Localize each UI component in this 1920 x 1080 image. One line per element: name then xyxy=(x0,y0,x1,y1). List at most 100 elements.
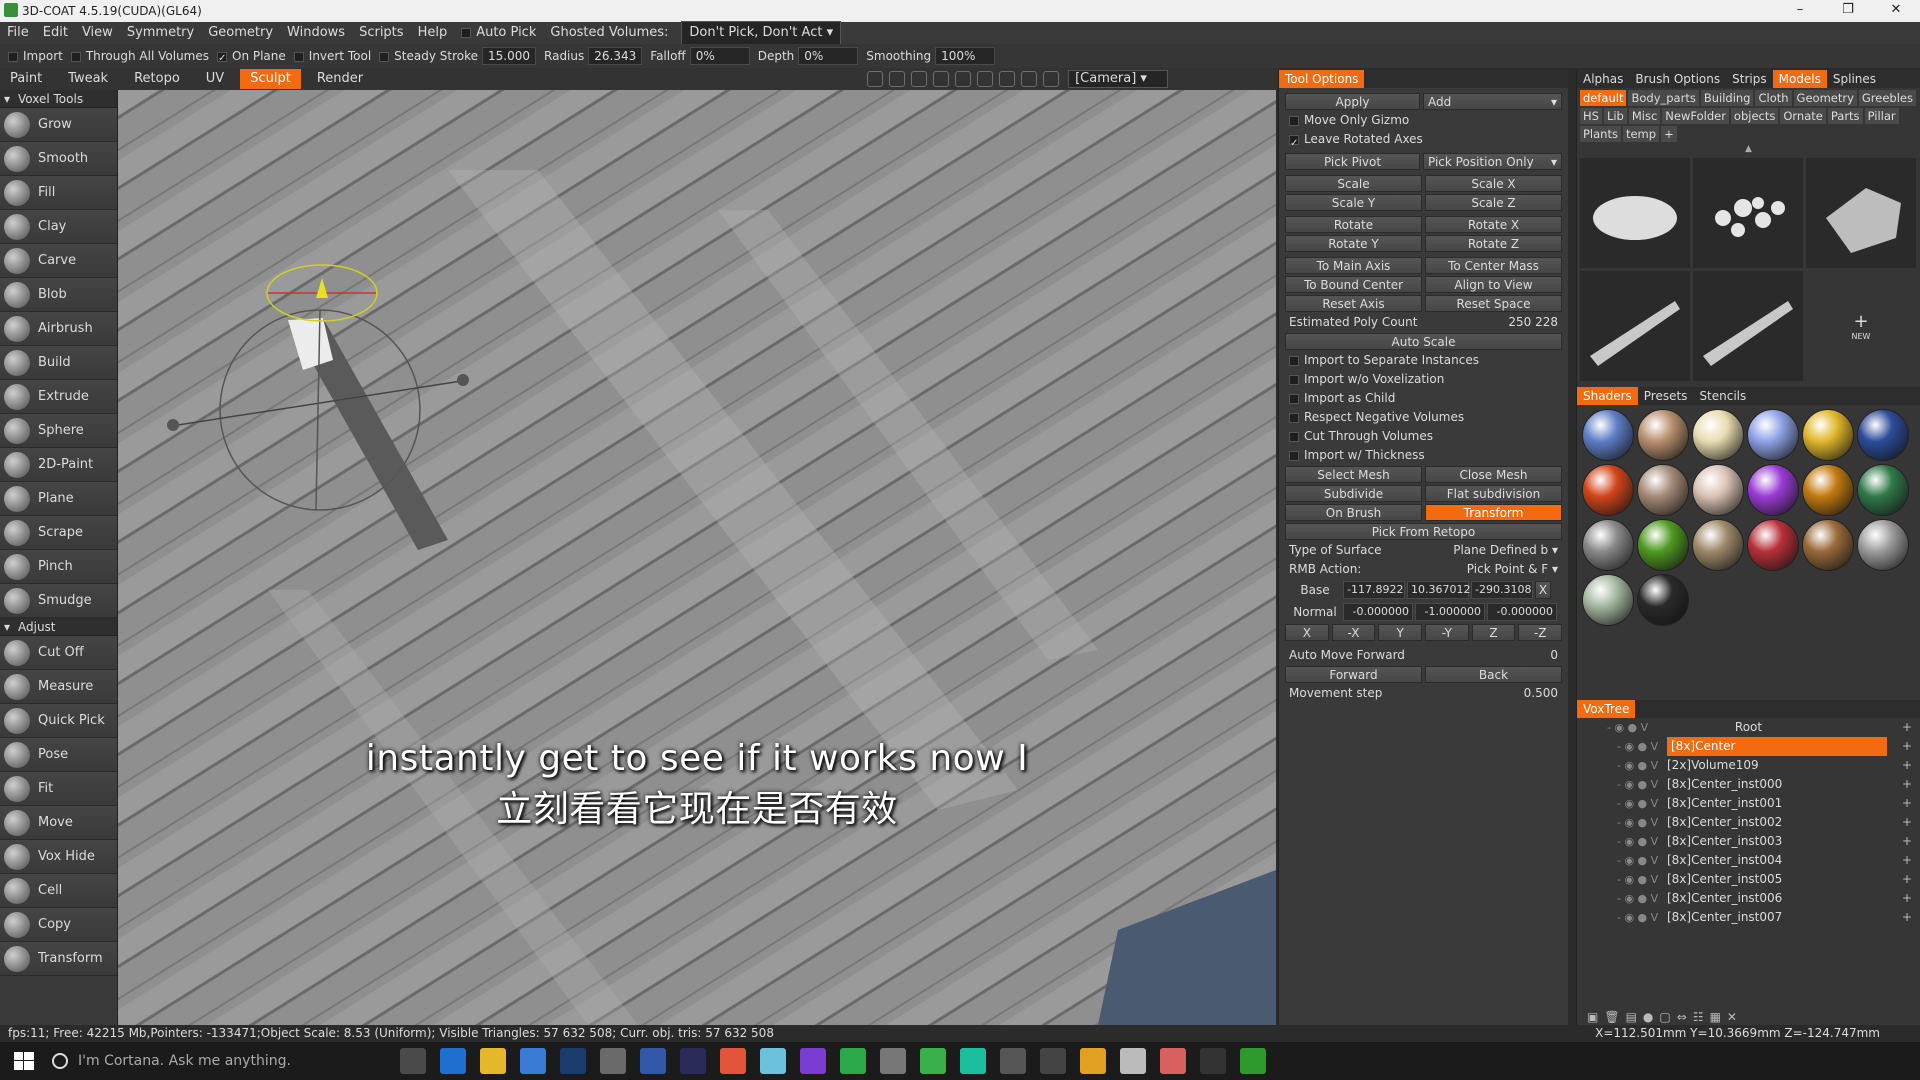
voxtree-item[interactable]: - ◉ ● V [8x]Center_inst005 + xyxy=(1577,870,1920,889)
cut-through-checkbox[interactable] xyxy=(1289,431,1299,442)
type-surface-dropdown[interactable]: Plane Defined b ▾ xyxy=(1453,541,1558,560)
close-icon[interactable]: ✕ xyxy=(1727,1010,1743,1024)
tab-splines[interactable]: Splines xyxy=(1827,70,1882,88)
transform-button[interactable]: Transform xyxy=(1425,504,1562,521)
model-plank-2[interactable] xyxy=(1693,271,1803,381)
add-volume-icon[interactable]: + xyxy=(1902,889,1912,908)
tab-brush-options[interactable]: Brush Options xyxy=(1629,70,1726,88)
move-only-gizmo-checkbox[interactable] xyxy=(1289,115,1299,126)
taskbar-app-icon[interactable] xyxy=(1160,1048,1186,1074)
screenshot-icon[interactable] xyxy=(1043,71,1060,87)
subdivide-button[interactable]: Subdivide xyxy=(1285,485,1422,502)
normal-z-field[interactable]: -0.000000 xyxy=(1487,603,1557,621)
shader-swatch[interactable] xyxy=(1747,464,1799,516)
depth-value[interactable]: 0% xyxy=(798,47,859,65)
tool-cell[interactable]: Cell xyxy=(0,874,117,908)
swap-icon[interactable]: ⇔ xyxy=(1677,1010,1693,1024)
voxtree-item[interactable]: - ◉ ● V [2x]Volume109 + xyxy=(1577,756,1920,775)
tab-presets[interactable]: Presets xyxy=(1638,387,1694,405)
options-icon[interactable]: ☷ xyxy=(1693,1010,1710,1024)
base-y-field[interactable]: 10.367012 xyxy=(1407,581,1471,599)
to-center-mass-button[interactable]: To Center Mass xyxy=(1425,257,1562,274)
folder-objects[interactable]: objects xyxy=(1730,108,1779,124)
room-uv[interactable]: UV xyxy=(196,69,234,89)
model-plank-1[interactable] xyxy=(1580,271,1690,381)
folder-icon[interactable]: ▦ xyxy=(1710,1010,1727,1024)
folder-parts[interactable]: Parts xyxy=(1827,108,1863,124)
auto-move-row[interactable]: Auto Move Forward 0 xyxy=(1279,646,1568,665)
shader-swatch[interactable] xyxy=(1857,464,1909,516)
shader-swatch[interactable] xyxy=(1802,464,1854,516)
tool-smooth[interactable]: Smooth xyxy=(0,142,117,176)
auto-scale-button[interactable]: Auto Scale xyxy=(1285,333,1562,350)
pick-from-retopo-button[interactable]: Pick From Retopo xyxy=(1285,523,1562,540)
folder-lib[interactable]: Lib xyxy=(1603,108,1627,124)
menu-view[interactable]: View xyxy=(75,22,120,44)
voxtree-item[interactable]: - ◉ ● V [8x]Center_inst001 + xyxy=(1577,794,1920,813)
visibility-icon[interactable]: - ◉ ● V xyxy=(1617,851,1658,870)
folder-building[interactable]: Building xyxy=(1700,90,1754,106)
shader-swatch[interactable] xyxy=(1582,409,1634,461)
add-volume-icon[interactable]: + xyxy=(1902,832,1912,851)
rotate-view-icon[interactable] xyxy=(889,71,906,87)
tool-fit[interactable]: Fit xyxy=(0,772,117,806)
tool-cut-off[interactable]: Cut Off xyxy=(0,636,117,670)
taskbar-app-icon[interactable] xyxy=(480,1048,506,1074)
model-stone-block[interactable] xyxy=(1806,158,1916,268)
folder-[interactable]: + xyxy=(1661,126,1677,142)
taskbar-app-icon[interactable] xyxy=(840,1048,866,1074)
taskbar-app-icon[interactable] xyxy=(440,1048,466,1074)
zoom-view-icon[interactable] xyxy=(933,71,950,87)
tab-shaders[interactable]: Shaders xyxy=(1577,387,1638,405)
add-volume-icon[interactable]: + xyxy=(1902,908,1912,927)
taskbar-app-icon[interactable] xyxy=(800,1048,826,1074)
voxtree-item[interactable]: - ◉ ● V [8x]Center_inst000 + xyxy=(1577,775,1920,794)
taskbar-app-icon[interactable] xyxy=(920,1048,946,1074)
folder-plants[interactable]: Plants xyxy=(1580,126,1621,142)
shader-swatch[interactable] xyxy=(1747,409,1799,461)
axis-neg-z-button[interactable]: -Z xyxy=(1518,624,1563,641)
rotate-button[interactable]: Rotate xyxy=(1285,216,1422,233)
voxtree-item[interactable]: - ◉ ● V [8x]Center + xyxy=(1577,737,1920,756)
tool-sphere[interactable]: Sphere xyxy=(0,414,117,448)
voxtree-tool-icon[interactable]: ▣ xyxy=(1587,1010,1604,1024)
voxtree-item[interactable]: - ◉ ● V [8x]Center_inst007 + xyxy=(1577,908,1920,927)
import-child-toggle[interactable]: Import as Child xyxy=(1279,389,1568,408)
radius-control[interactable]: Radius 26.343 xyxy=(544,47,643,65)
visibility-icon[interactable]: - ◉ ● V xyxy=(1617,870,1658,889)
shader-swatch[interactable] xyxy=(1692,409,1744,461)
tool-measure[interactable]: Measure xyxy=(0,670,117,704)
add-volume-icon[interactable]: + xyxy=(1902,851,1912,870)
visibility-icon[interactable]: - ◉ ● V xyxy=(1617,832,1658,851)
merge-icon[interactable]: ▤ xyxy=(1626,1010,1643,1024)
tab-alphas[interactable]: Alphas xyxy=(1577,70,1629,88)
shader-swatch[interactable] xyxy=(1857,409,1909,461)
folder-newfolder[interactable]: NewFolder xyxy=(1662,108,1729,124)
rotate-z-button[interactable]: Rotate Z xyxy=(1425,235,1562,252)
through-all-checkbox[interactable] xyxy=(70,51,81,62)
import-thickness-toggle[interactable]: Import w/ Thickness xyxy=(1279,446,1568,465)
maximize-button[interactable]: ❐ xyxy=(1828,2,1868,17)
visibility-icon[interactable]: - ◉ ● V xyxy=(1607,718,1648,737)
tool-carve[interactable]: Carve xyxy=(0,244,117,278)
back-button[interactable]: Back xyxy=(1425,666,1562,683)
radius-value[interactable]: 26.343 xyxy=(588,47,643,65)
room-tweak[interactable]: Tweak xyxy=(58,69,118,89)
folder-hs[interactable]: HS xyxy=(1580,108,1602,124)
projection-icon[interactable] xyxy=(977,71,994,87)
movement-step-row[interactable]: Movement step 0.500 xyxy=(1279,684,1568,703)
viewport-3d[interactable]: instantly get to see if it works now I 立… xyxy=(118,90,1276,1025)
respect-negative-checkbox[interactable] xyxy=(1289,412,1299,423)
forward-button[interactable]: Forward xyxy=(1285,666,1422,683)
tool-grow[interactable]: Grow xyxy=(0,108,117,142)
add-volume-icon[interactable]: + xyxy=(1902,870,1912,889)
visibility-icon[interactable]: - ◉ ● V xyxy=(1617,737,1658,756)
close-button[interactable]: ✕ xyxy=(1876,2,1916,17)
fit-view-icon[interactable] xyxy=(955,71,972,87)
folder-body-parts[interactable]: Body_parts xyxy=(1628,90,1699,106)
base-clear-button[interactable]: X xyxy=(1535,581,1551,599)
grid-icon[interactable] xyxy=(999,71,1016,87)
model-rock[interactable] xyxy=(1580,158,1690,268)
scale-z-button[interactable]: Scale Z xyxy=(1425,194,1562,211)
align-to-view-button[interactable]: Align to View xyxy=(1425,276,1562,293)
